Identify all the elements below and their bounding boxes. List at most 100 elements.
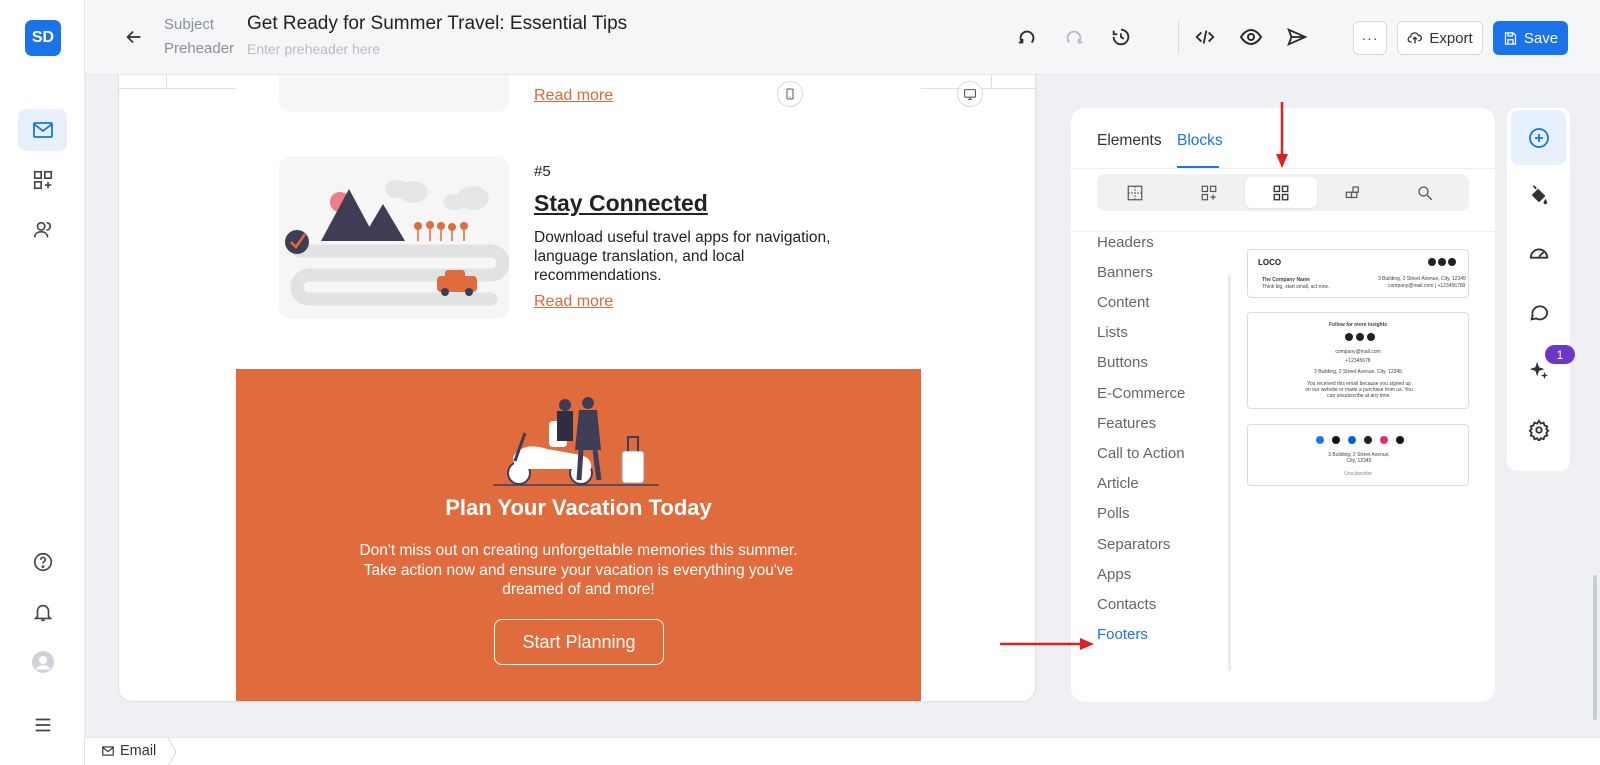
- performance-button[interactable]: [1511, 226, 1566, 281]
- subject-label: Subject: [164, 16, 215, 33]
- category-buttons[interactable]: Buttons: [1097, 354, 1148, 371]
- article-image-previous[interactable]: [279, 75, 509, 112]
- stacked-blocks-icon: [1344, 184, 1362, 202]
- send-icon: [1286, 26, 1308, 48]
- preview-heading: Follow for more insights: [1328, 322, 1388, 328]
- category-footers[interactable]: Footers: [1097, 626, 1148, 643]
- notification-badge: 1: [1545, 345, 1575, 364]
- category-apps[interactable]: Apps: [1097, 566, 1131, 583]
- settings-button[interactable]: [1511, 402, 1566, 457]
- search-icon: [1416, 184, 1434, 202]
- undo-button[interactable]: [1014, 24, 1040, 50]
- nav-blocks-button[interactable]: [18, 159, 67, 201]
- app-logo[interactable]: SD: [25, 20, 61, 56]
- code-view-button[interactable]: [1192, 24, 1218, 50]
- categories-scrollbar[interactable]: [1228, 275, 1231, 671]
- layout-grid-icon: [1126, 184, 1144, 202]
- linkedin-icon: [1348, 436, 1356, 444]
- cloud-upload-icon: [1407, 30, 1423, 46]
- code-icon: [1194, 26, 1216, 48]
- category-headers[interactable]: Headers: [1097, 234, 1154, 251]
- chat-icon: [1528, 301, 1550, 323]
- nav-contacts-button[interactable]: [18, 209, 67, 251]
- category-article[interactable]: Article: [1097, 475, 1139, 492]
- category-polls[interactable]: Polls: [1097, 505, 1130, 522]
- monitor-icon: [963, 88, 977, 101]
- cta-text: Don't miss out on creating unforgettable…: [359, 542, 798, 598]
- send-test-button[interactable]: [1284, 24, 1310, 50]
- saved-blocks-button[interactable]: [1317, 177, 1389, 208]
- cta-section[interactable]: Plan Your Vacation Today Don't miss out …: [236, 369, 921, 701]
- gear-icon: [1528, 418, 1550, 441]
- category-ecommerce[interactable]: E-Commerce: [1097, 385, 1185, 402]
- preheader-label: Preheader: [164, 40, 235, 57]
- email-canvas: Read more #5 Stay Connected Download use…: [118, 75, 1036, 702]
- plus-circle-icon: [1527, 126, 1551, 150]
- category-banners[interactable]: Banners: [1097, 264, 1153, 281]
- category-content[interactable]: Content: [1097, 294, 1150, 311]
- preheader-field[interactable]: Enter preheader here: [247, 41, 380, 57]
- youtube-icon: [1364, 436, 1372, 444]
- redo-button[interactable]: [1061, 24, 1087, 50]
- instagram-icon: [1380, 436, 1388, 444]
- article-text: Download useful travel apps for navigati…: [534, 229, 831, 284]
- preview-address: 3 Building, 2 Street Avenue, City, 12345: [1378, 276, 1466, 282]
- add-content-button[interactable]: [1511, 110, 1566, 165]
- more-options-button[interactable]: ···: [1353, 21, 1387, 55]
- facebook-icon: [1316, 436, 1324, 444]
- blocks-icon: [32, 169, 54, 191]
- subject-field[interactable]: Get Ready for Summer Travel: Essential T…: [247, 13, 627, 35]
- nav-email-button[interactable]: [18, 109, 67, 151]
- social-icon: [1356, 333, 1364, 341]
- category-separators[interactable]: Separators: [1097, 536, 1170, 553]
- preview-company: The Company Name: [1262, 277, 1311, 283]
- bell-icon: [32, 601, 54, 623]
- blocks-panel: Elements Blocks Headers Banners Content …: [1071, 108, 1495, 702]
- sparkles-icon: [1528, 359, 1550, 381]
- category-contacts[interactable]: Contacts: [1097, 596, 1156, 613]
- desktop-view-button[interactable]: [957, 81, 983, 107]
- breadcrumb[interactable]: Email: [101, 743, 156, 759]
- menu-button[interactable]: [18, 704, 67, 746]
- notifications-button[interactable]: [18, 591, 67, 633]
- tab-elements[interactable]: Elements: [1097, 132, 1162, 150]
- category-features[interactable]: Features: [1097, 415, 1156, 432]
- social-icon: [1438, 258, 1446, 266]
- article-title[interactable]: Stay Connected: [534, 190, 708, 217]
- prebuilt-blocks-button[interactable]: [1245, 177, 1317, 208]
- footer-block-preview-2[interactable]: Follow for more insights company@mail.co…: [1247, 312, 1469, 409]
- arrow-left-icon: [123, 26, 145, 48]
- breadcrumb-email: Email: [120, 743, 157, 759]
- export-button[interactable]: Export: [1397, 21, 1483, 55]
- page-scrollbar[interactable]: [1593, 575, 1597, 720]
- social-icon: [1367, 333, 1375, 341]
- avatar[interactable]: [18, 641, 67, 683]
- category-call-to-action[interactable]: Call to Action: [1097, 445, 1185, 462]
- mail-icon: [31, 118, 55, 142]
- preview-button[interactable]: [1238, 24, 1264, 50]
- tab-blocks[interactable]: Blocks: [1177, 132, 1223, 150]
- styles-button[interactable]: [1511, 168, 1566, 223]
- footer-block-preview-3[interactable]: 3 Building, 2 Street Avenue, City, 12345…: [1247, 424, 1469, 486]
- read-more-link[interactable]: Read more: [534, 293, 613, 311]
- back-button[interactable]: [123, 26, 145, 48]
- category-lists[interactable]: Lists: [1097, 324, 1128, 341]
- mobile-view-button[interactable]: [777, 81, 803, 107]
- preview-address: 3 Building, 2 Street Avenue, City, 12345: [1314, 369, 1402, 375]
- preview-phone: +12345678: [1345, 358, 1371, 364]
- save-icon: [1503, 31, 1518, 46]
- help-button[interactable]: [18, 541, 67, 583]
- comments-button[interactable]: [1511, 284, 1566, 339]
- search-blocks-button[interactable]: [1389, 177, 1461, 208]
- article-image[interactable]: [279, 156, 509, 319]
- article-number: #5: [534, 163, 551, 180]
- add-block-button[interactable]: [1173, 177, 1245, 208]
- help-icon: [32, 551, 54, 573]
- layout-blocks-button[interactable]: [1099, 177, 1171, 208]
- footer-block-preview-1[interactable]: LOCO The Company Name Think big, start s…: [1247, 249, 1469, 298]
- start-planning-button[interactable]: Start Planning: [494, 619, 664, 665]
- read-more-link-top[interactable]: Read more: [534, 87, 613, 105]
- gauge-icon: [1528, 243, 1550, 265]
- history-button[interactable]: [1108, 24, 1134, 50]
- save-button[interactable]: Save: [1493, 21, 1568, 55]
